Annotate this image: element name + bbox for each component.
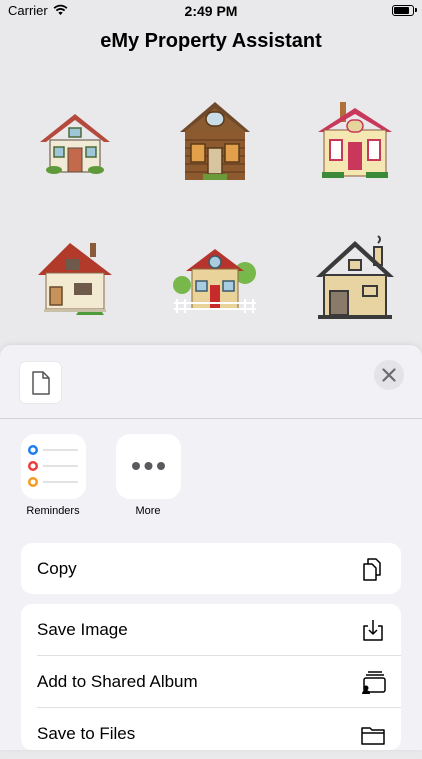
save-files-label: Save to Files	[37, 724, 136, 743]
folder-icon	[361, 727, 385, 745]
reminders-label: Reminders	[26, 505, 80, 517]
save-image-label: Save Image	[37, 620, 128, 639]
copy-icon	[363, 558, 381, 581]
close-button[interactable]	[374, 360, 404, 390]
document-icon	[32, 371, 50, 395]
save-image-action[interactable]: Save Image	[21, 604, 401, 655]
status-bar: Carrier 2:49 PM	[0, 0, 422, 22]
more-label: More	[135, 505, 161, 517]
add-shared-album-label: Add to Shared Album	[37, 672, 198, 691]
add-shared-album-action[interactable]: Add to Shared Album	[21, 656, 401, 707]
copy-action[interactable]: Copy	[21, 543, 401, 594]
share-sheet: Reminders More Copy Save Image Add to Sh…	[0, 345, 422, 750]
download-icon	[363, 620, 383, 641]
log-cabin-house-icon[interactable]	[170, 98, 260, 188]
copy-label: Copy	[37, 559, 77, 578]
victorian-house-icon[interactable]	[310, 98, 400, 188]
app-title: eMy Property Assistant	[100, 30, 322, 52]
more-icon	[132, 462, 165, 470]
shared-album-icon	[362, 671, 386, 694]
outline-house-icon[interactable]	[310, 235, 400, 325]
garden-house-icon[interactable]	[170, 235, 260, 325]
reminders-app-button[interactable]	[21, 434, 86, 499]
more-app-button[interactable]	[116, 434, 181, 499]
save-files-action[interactable]: Save to Files	[21, 708, 401, 759]
copy-group: Copy	[21, 543, 401, 594]
reminders-icon	[28, 445, 78, 487]
file-thumbnail	[20, 362, 61, 403]
cottage-house-icon[interactable]	[30, 100, 120, 190]
divider	[0, 418, 422, 419]
clock: 2:49 PM	[184, 3, 238, 19]
close-icon	[382, 368, 396, 382]
action-group: Save Image Add to Shared Album Save to F…	[21, 604, 401, 750]
red-roof-house-icon[interactable]	[30, 235, 120, 325]
battery-icon	[392, 5, 417, 16]
